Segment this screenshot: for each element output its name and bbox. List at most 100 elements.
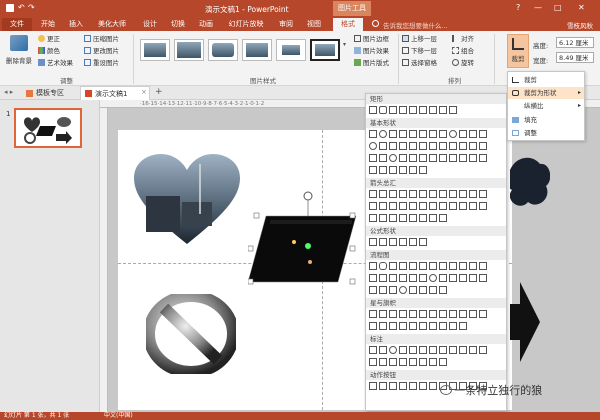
shape-row[interactable]: [369, 286, 505, 296]
picture-border-button[interactable]: 图片边框: [354, 34, 389, 44]
tab-design[interactable]: 设计: [138, 18, 162, 31]
no-symbol-picture[interactable]: [146, 294, 236, 374]
shape-row[interactable]: [369, 202, 505, 212]
shape-row[interactable]: [369, 346, 505, 356]
selection-pane-button[interactable]: 选择窗格: [402, 58, 437, 68]
shape-row[interactable]: [369, 106, 505, 116]
tab-animations[interactable]: 动画: [194, 18, 218, 31]
shape-row[interactable]: [369, 274, 505, 284]
rotate-button[interactable]: 旋转: [452, 58, 474, 68]
shape-row[interactable]: [369, 130, 505, 140]
heart-picture[interactable]: [132, 154, 242, 246]
tab-view[interactable]: 视图: [302, 18, 326, 31]
shape-row[interactable]: [369, 190, 505, 200]
color-button[interactable]: 颜色: [38, 46, 60, 56]
user-name[interactable]: 雪枝风秋: [567, 20, 593, 30]
menu-item-fit[interactable]: 调整: [508, 127, 584, 139]
picture-style-6[interactable]: [310, 39, 340, 61]
doc-tab-current[interactable]: 演示文稿1 ×: [80, 86, 150, 100]
width-input[interactable]: 8.49 厘米: [556, 52, 594, 63]
divider: [398, 34, 399, 84]
divider: [494, 34, 495, 84]
send-backward-button[interactable]: 下移一层: [402, 46, 437, 56]
minimize-icon[interactable]: —: [534, 3, 542, 12]
close-icon[interactable]: ✕: [578, 3, 585, 12]
shape-row[interactable]: [369, 358, 505, 368]
group-label-picture-styles: 图片样式: [250, 77, 276, 85]
shape-row[interactable]: [369, 322, 505, 332]
tab-slideshow[interactable]: 幻灯片放映: [222, 18, 270, 31]
tab-insert[interactable]: 插入: [64, 18, 88, 31]
group-label-adjust: 调整: [60, 77, 73, 85]
section-action-buttons: 动作按钮: [366, 370, 506, 380]
crop-button[interactable]: 裁剪: [507, 34, 529, 68]
compress-pictures-button[interactable]: 压缩图片: [84, 34, 119, 44]
shape-row[interactable]: [369, 238, 505, 248]
shape-row[interactable]: [369, 166, 505, 176]
slide-thumbnail[interactable]: [14, 108, 82, 148]
menu-item-fill[interactable]: 填充: [508, 114, 584, 126]
tab-format[interactable]: 格式: [333, 18, 363, 31]
tab-home[interactable]: 开始: [36, 18, 60, 31]
shape-row[interactable]: [369, 142, 505, 152]
bring-forward-icon: [402, 35, 409, 42]
picture-style-1[interactable]: [140, 39, 170, 61]
new-tab-button[interactable]: +: [155, 87, 163, 97]
group-button[interactable]: 组合: [452, 46, 474, 56]
group-label-arrange: 排列: [448, 77, 461, 85]
bring-forward-button[interactable]: 上移一层: [402, 34, 437, 44]
submenu-arrow-icon: ▸: [577, 89, 581, 96]
thumbnail-shapes-icon: [24, 117, 72, 144]
menu-item-crop-to-shape[interactable]: 裁剪为形状 ▸: [508, 87, 584, 99]
crop-menu[interactable]: 裁剪 裁剪为形状 ▸ 纵横比 ▸ 填充 调整: [507, 71, 585, 141]
save-icon[interactable]: [6, 4, 14, 12]
picture-style-2[interactable]: [174, 39, 204, 61]
watermark-text: 一条特立独行的狼: [454, 384, 543, 397]
corrections-button[interactable]: 更正: [38, 34, 60, 44]
picture-effects-button[interactable]: 图片效果: [354, 46, 389, 56]
height-input[interactable]: 6.12 厘米: [556, 37, 594, 48]
rotate-handle-icon[interactable]: [303, 191, 313, 201]
tab-file[interactable]: 文件: [2, 18, 32, 31]
crop-icon: [512, 77, 519, 83]
cloud-picture[interactable]: [510, 150, 550, 220]
menu-item-crop[interactable]: 裁剪: [508, 74, 584, 86]
tell-me-icon: [372, 20, 379, 27]
tab-transitions[interactable]: 切换: [166, 18, 190, 31]
doc-tab-template[interactable]: 模板专区: [36, 88, 64, 98]
help-icon[interactable]: ?: [516, 3, 520, 12]
tab-review[interactable]: 审阅: [274, 18, 298, 31]
shapes-menu[interactable]: 矩形 基本形状 箭头总汇 公式形状 流程图 星与旗帜 标注 动作按钮: [365, 93, 507, 411]
picture-layout-button[interactable]: 图片版式: [354, 58, 389, 68]
wechat-icon: [440, 385, 452, 395]
redo-icon[interactable]: ↷: [28, 3, 35, 12]
picture-style-5[interactable]: [276, 39, 306, 61]
picture-style-4[interactable]: [242, 39, 272, 61]
arrow-picture[interactable]: [510, 282, 540, 362]
width-label: 宽度:: [533, 57, 549, 65]
picture-style-3[interactable]: [208, 39, 238, 61]
picture-tools-label: 图片工具: [333, 1, 371, 16]
nav-arrows-icon[interactable]: ◂ ▸: [4, 88, 13, 96]
section-equation-shapes: 公式形状: [366, 226, 506, 236]
tab-close-icon[interactable]: ×: [141, 88, 147, 96]
shape-row[interactable]: [369, 310, 505, 320]
align-button[interactable]: 对齐: [452, 34, 474, 44]
tab-beautify[interactable]: 美化大师: [92, 18, 132, 31]
undo-icon[interactable]: ↶: [18, 3, 25, 12]
color-icon: [38, 47, 45, 54]
language-indicator[interactable]: 中文(中国): [104, 412, 133, 420]
gallery-more-icon[interactable]: ▾: [343, 41, 346, 48]
parallelogram-picture[interactable]: [248, 190, 358, 286]
shape-row[interactable]: [369, 214, 505, 224]
maximize-icon[interactable]: □: [554, 3, 562, 12]
remove-background-button[interactable]: 删除背景: [4, 35, 34, 69]
artistic-effects-button[interactable]: 艺术效果: [38, 58, 73, 68]
reset-picture-button[interactable]: 重设图片: [84, 58, 119, 68]
title-bar: ↶ ↷ 演示文稿1 - PowerPoint 图片工具 ? — □ ✕: [0, 0, 600, 17]
shape-row[interactable]: [369, 154, 505, 164]
shape-row[interactable]: [369, 262, 505, 272]
menu-item-aspect-ratio[interactable]: 纵横比 ▸: [508, 100, 584, 112]
tell-me-input[interactable]: 告诉我您想要做什么...: [383, 20, 448, 30]
change-picture-button[interactable]: 更改图片: [84, 46, 119, 56]
